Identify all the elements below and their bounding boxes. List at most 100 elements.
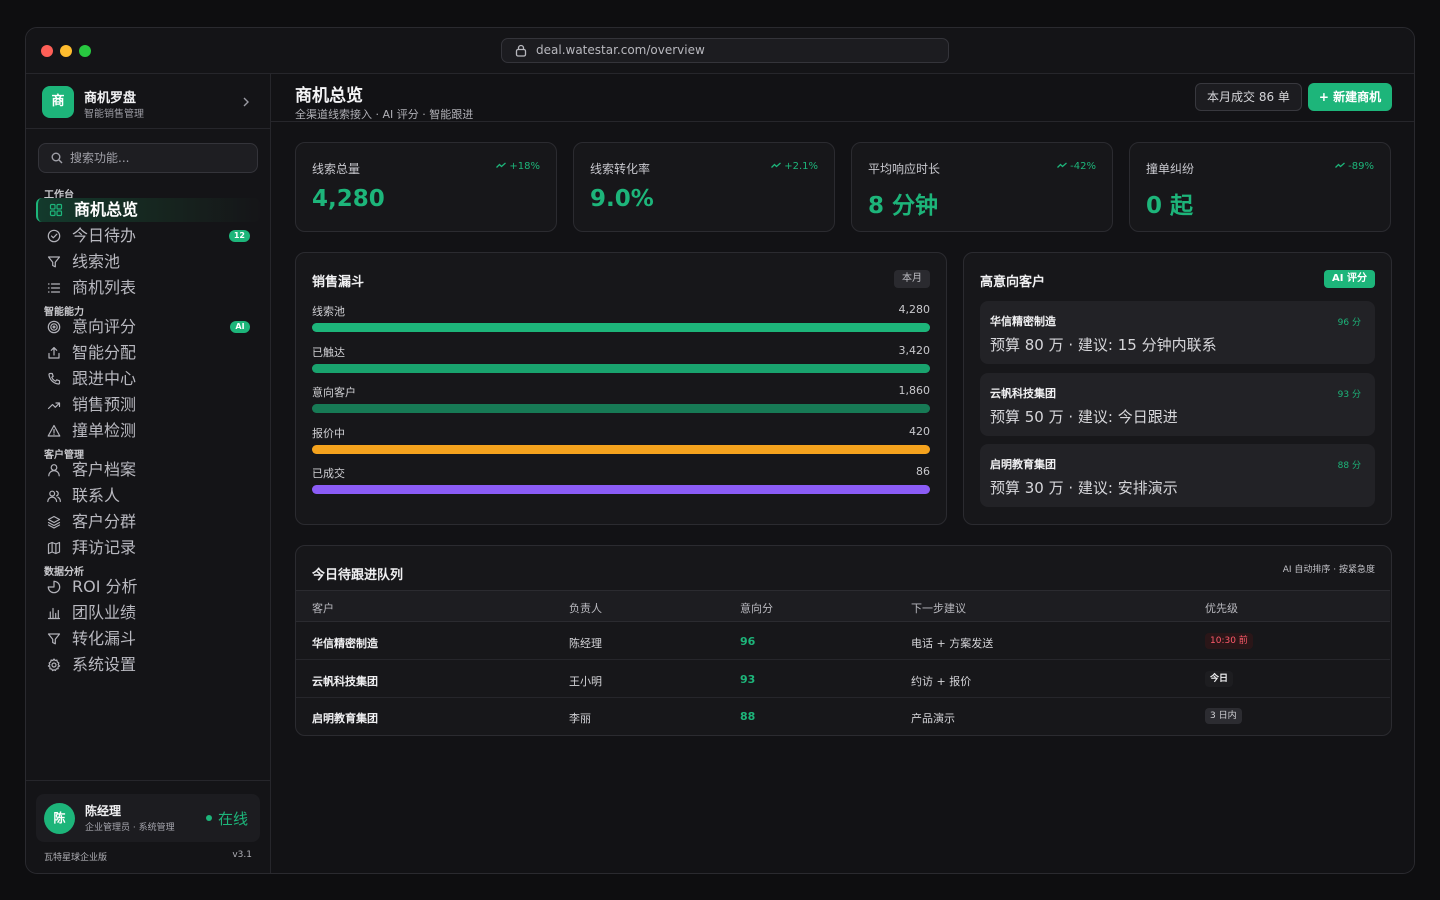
sidebar-item-label: 拜访记录: [72, 538, 137, 557]
alert-icon: [47, 424, 61, 437]
target-icon: [47, 320, 61, 334]
main-content: 商机总览 全渠道线索接入 · AI 评分 · 智能跟进 本月成交 86 单 + …: [271, 74, 1414, 873]
queue-card: 今日待跟进队列 AI 自动排序 · 按紧急度 客户 负责人 意向分 下一步建议 …: [295, 545, 1392, 736]
funnel-stage[interactable]: 报价中 420: [312, 425, 930, 459]
sidebar-item-check-circle[interactable]: 今日待办 12: [36, 224, 260, 248]
sidebar-item-alert[interactable]: 撞单检测: [36, 419, 260, 443]
customer-cell: 云帆科技集团: [312, 674, 378, 688]
sidebar-item-pie[interactable]: ROI 分析: [36, 575, 260, 599]
pie-icon: [47, 580, 61, 594]
next-step-cell: 电话 + 方案发送: [911, 637, 994, 650]
user-name: 陈经理: [85, 804, 122, 818]
funnel-icon: [47, 633, 61, 645]
table-row[interactable]: 华信精密制造 陈经理 96 电话 + 方案发送 10:30 前: [296, 623, 1390, 660]
score-cell: 96: [740, 635, 756, 648]
funnel-stage-value: 420: [909, 424, 930, 438]
sidebar-item-map[interactable]: 拜访记录: [36, 536, 260, 560]
sidebar-item-target[interactable]: 意向评分 AI: [36, 315, 260, 339]
sidebar-item-label: 智能分配: [72, 343, 137, 362]
funnel-stage[interactable]: 意向客户 1,860: [312, 384, 930, 418]
funnel-stage-value: 4,280: [898, 303, 931, 316]
chevron-right-icon: [243, 97, 249, 107]
online-status: 在线: [206, 808, 248, 829]
minimize-window-button[interactable]: [60, 45, 72, 57]
sidebar-item-label: 撞单检测: [72, 421, 137, 440]
kpi-delta-value: -42%: [1070, 161, 1096, 172]
maximize-window-button[interactable]: [79, 45, 91, 57]
lead-item[interactable]: 华信精密制造 96 分预算 80 万 · 建议: 15 分钟内联系: [980, 301, 1375, 364]
user-role: 企业管理员 · 系统管理: [85, 823, 175, 833]
search-input[interactable]: 搜索功能...: [38, 143, 258, 173]
column-header[interactable]: 下一步建议: [911, 600, 966, 616]
user-icon: [48, 464, 60, 477]
sidebar-item-grid[interactable]: 商机总览: [36, 198, 260, 222]
divider: [271, 121, 1414, 122]
sidebar-item-phone[interactable]: 跟进中心: [36, 367, 260, 391]
page-subtitle: 全渠道线索接入 · AI 评分 · 智能跟进: [295, 108, 474, 121]
lead-score: 88 分: [1337, 461, 1361, 471]
kpi-delta-value: +2.1%: [784, 161, 818, 172]
column-header[interactable]: 客户: [312, 600, 334, 616]
sidebar-item-bar-chart[interactable]: 团队业绩: [36, 601, 260, 625]
divider: [26, 780, 271, 781]
owner-cell: 陈经理: [569, 637, 602, 650]
user-card[interactable]: 陈 陈经理 企业管理员 · 系统管理 在线: [36, 794, 260, 842]
funnel-stage-label: 意向客户: [312, 386, 356, 399]
funnel-stage[interactable]: 已触达 3,420: [312, 344, 930, 378]
column-header[interactable]: 优先级: [1205, 600, 1238, 616]
trend-icon: [771, 162, 782, 168]
new-deal-button[interactable]: + 新建商机: [1308, 83, 1392, 111]
kpi-delta: -42%: [1057, 161, 1096, 172]
high-intent-title: 高意向客户: [980, 275, 1046, 290]
table-row[interactable]: 云帆科技集团 王小明 93 约访 + 报价 今日: [296, 661, 1390, 698]
brand-switcher[interactable]: 商 商机罗盘 智能销售管理: [42, 86, 257, 120]
trend-icon: [47, 402, 61, 410]
sidebar-item-user[interactable]: 客户档案: [36, 458, 260, 482]
funnel-stage-label: 线索池: [312, 305, 345, 318]
monthly-deals-button[interactable]: 本月成交 86 单: [1195, 83, 1302, 111]
column-header[interactable]: 意向分: [740, 600, 773, 616]
phone-icon: [48, 372, 61, 385]
sidebar-item-label: ROI 分析: [72, 577, 138, 596]
sidebar-item-share[interactable]: 智能分配: [36, 341, 260, 365]
funnel-stage[interactable]: 已成交 86: [312, 465, 930, 499]
count-badge: 12: [228, 230, 250, 242]
sidebar-item-label: 销售预测: [72, 395, 137, 414]
sidebar-item-label: 联系人: [72, 486, 121, 505]
column-header[interactable]: 负责人: [569, 600, 602, 616]
sidebar-item-funnel[interactable]: 转化漏斗: [36, 627, 260, 651]
lead-item[interactable]: 云帆科技集团 93 分预算 50 万 · 建议: 今日跟进: [980, 372, 1375, 436]
table-header: 客户 负责人 意向分 下一步建议 优先级: [296, 590, 1390, 622]
next-step-cell: 约访 + 报价: [911, 674, 972, 688]
kpi-delta: +2.1%: [771, 161, 818, 172]
owner-cell: 王小明: [569, 674, 602, 688]
address-bar[interactable]: deal.watestar.com/overview: [501, 38, 949, 63]
check-circle-icon: [47, 229, 61, 243]
sidebar-item-gear[interactable]: 系统设置: [36, 653, 260, 677]
sidebar-item-label: 今日待办: [72, 226, 137, 245]
queue-sort-info: AI 自动排序 · 按紧急度: [1282, 565, 1375, 575]
edition-label: 瓦特星球企业版: [44, 853, 108, 863]
divider: [26, 128, 271, 129]
sidebar-item-trend[interactable]: 销售预测: [36, 393, 260, 417]
lead-item[interactable]: 启明教育集团 88 分预算 30 万 · 建议: 安排演示: [980, 444, 1375, 507]
period-selector[interactable]: 本月: [894, 270, 930, 288]
sidebar-item-users[interactable]: 联系人: [36, 484, 260, 508]
share-icon: [48, 347, 60, 359]
funnel-stage[interactable]: 线索池 4,280: [312, 303, 930, 337]
table-row[interactable]: 启明教育集团 李丽 88 产品演示 3 日内: [296, 698, 1390, 735]
ai-score-badge: AI 评分: [1324, 270, 1375, 288]
brand-logo: 商: [42, 86, 74, 118]
sidebar-item-list[interactable]: 商机列表: [36, 276, 260, 300]
map-icon: [47, 541, 61, 555]
sidebar-item-layers[interactable]: 客户分群: [36, 510, 260, 534]
bar-chart-icon: [47, 607, 61, 620]
layers-icon: [47, 515, 61, 529]
funnel-bar: [312, 444, 930, 454]
close-window-button[interactable]: [41, 45, 53, 57]
sidebar-item-filter[interactable]: 线索池: [36, 250, 260, 274]
kpi-card: 线索总量 +18% 4,280: [295, 142, 557, 232]
lead-suggestion: 预算 30 万 · 建议: 安排演示: [990, 479, 1178, 497]
priority-badge: 10:30 前: [1205, 633, 1253, 649]
funnel-track: [312, 485, 930, 494]
